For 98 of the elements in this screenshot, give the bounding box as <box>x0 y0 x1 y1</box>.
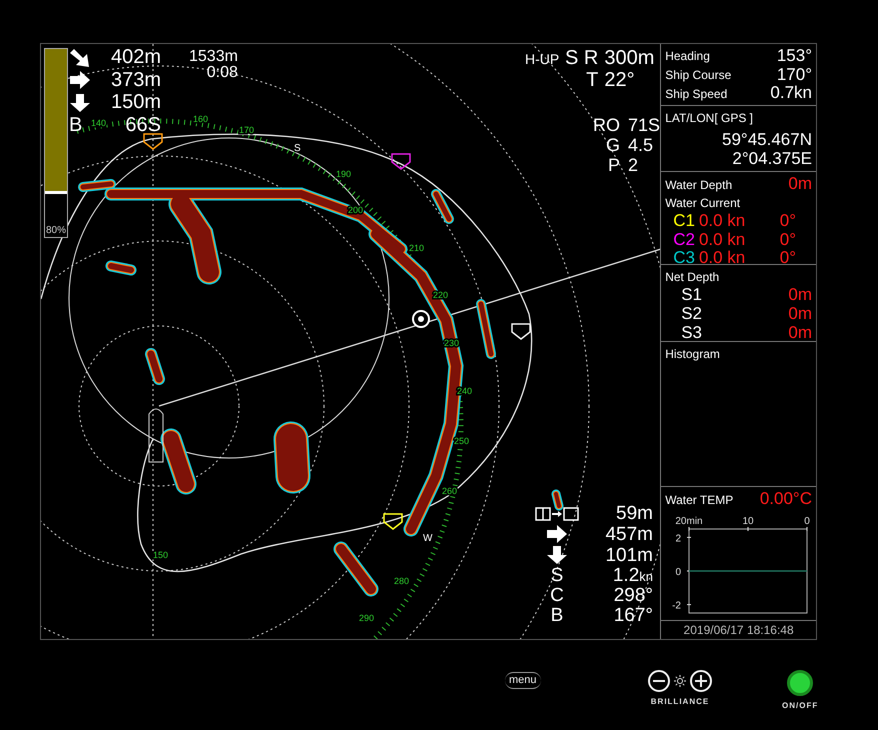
setting-label: S R <box>565 48 598 68</box>
nav-value: 170° <box>776 66 812 84</box>
sensor-value: 0m <box>788 305 812 324</box>
control-label: P <box>606 156 620 174</box>
readout-value: 373m <box>110 70 161 90</box>
down-arrow-icon <box>69 93 91 114</box>
longitude: 2°04.375E <box>732 150 812 168</box>
down-right-arrow-icon <box>69 48 91 68</box>
compass-label: W <box>423 533 432 544</box>
bearing-label: 250 <box>454 436 470 446</box>
gain-label: 80% <box>46 226 66 236</box>
nav-value: 0.7kn <box>770 84 812 104</box>
target-value: 59m <box>616 504 653 523</box>
y-tick-label: 0 <box>676 567 682 578</box>
target-value: 101m <box>605 546 653 564</box>
sensor-name: S2 <box>681 305 702 324</box>
control-label: RO <box>593 116 620 134</box>
nav-value: 153° <box>776 47 812 66</box>
current-name: C1 <box>673 212 695 231</box>
sensor-name: S3 <box>681 324 702 342</box>
water-temp-label: Water TEMP <box>665 492 734 509</box>
current-name: C2 <box>673 230 695 250</box>
histogram-label: Histogram <box>665 346 721 364</box>
current-direction: 0° <box>780 230 796 250</box>
x-tick-label: 20min <box>676 516 703 527</box>
target-circle-icon <box>412 310 430 328</box>
timestamp: 2019/06/17 18:16:48 <box>682 622 795 639</box>
position-label: LAT/LON[ GPS ] <box>665 110 754 127</box>
target-value: 1.2kn <box>612 566 653 585</box>
depth-label: Water Depth <box>665 176 732 194</box>
bearing-label: 210 <box>409 243 424 253</box>
nav-label: Ship Course <box>665 67 732 84</box>
orientation-mode: H-UP <box>525 52 560 66</box>
brilliance-label: BRILLIANCE <box>650 696 710 708</box>
latitude: 59°45.467N <box>722 131 812 150</box>
current-direction: 0° <box>780 212 796 231</box>
target-label: C <box>550 586 564 605</box>
control-value: 2 <box>628 156 640 174</box>
x-tick-label: 0 <box>804 516 810 527</box>
plus-icon <box>695 675 707 687</box>
elapsed-time: 0:08 <box>206 65 238 81</box>
depth-value: 0m <box>788 175 812 194</box>
track-change-icon <box>535 506 579 522</box>
brightness-up-button[interactable] <box>690 670 712 692</box>
brightness-icon <box>674 675 686 687</box>
bearing-label: 150 <box>153 550 168 560</box>
bearing-label: 290 <box>359 613 374 623</box>
bearing-label: 140 <box>91 118 106 128</box>
current-direction: 0° <box>780 249 796 268</box>
y-tick-label: 2 <box>676 533 682 544</box>
target-label: S <box>550 566 564 585</box>
sound-speed: 1533m <box>189 49 238 65</box>
control-label: G <box>604 136 620 154</box>
control-value: 71S <box>628 116 660 134</box>
y-tick-label: -2 <box>672 600 682 612</box>
setting-value: 22° <box>604 70 636 90</box>
minus-icon <box>653 679 665 683</box>
setting-value: 300m <box>604 48 654 68</box>
readout-label: B <box>69 114 82 136</box>
sensor-value: 0m <box>788 324 812 342</box>
target-value: 298° <box>614 586 653 605</box>
buoy-marker-icon <box>383 513 403 530</box>
bearing-label: 170 <box>239 125 254 135</box>
current-speed: 0.0 kn <box>698 249 746 268</box>
nav-label: Heading <box>665 48 710 66</box>
readout-value: 66S <box>125 115 161 136</box>
menu-button[interactable]: menu <box>505 672 541 689</box>
target-label: B <box>550 606 564 625</box>
current-label: Water Current <box>665 195 742 212</box>
control-value: 4.5 <box>628 136 654 154</box>
sensor-value: 0m <box>788 286 812 306</box>
current-speed: 0.0 kn <box>698 230 746 250</box>
readout-value: 150m <box>110 92 161 114</box>
power-label: ON/OFF <box>782 700 818 712</box>
buoy-marker-icon <box>391 153 411 170</box>
sensor-name: S1 <box>681 286 702 306</box>
target-value: 457m <box>605 524 653 544</box>
ship-outline <box>148 408 164 462</box>
setting-label: T <box>585 70 598 90</box>
current-speed: 0.0 kn <box>698 212 746 231</box>
right-arrow-icon <box>546 524 568 544</box>
buoy-marker-icon <box>511 323 531 340</box>
down-arrow-icon <box>546 545 568 565</box>
net-depth-label: Net Depth <box>665 269 720 286</box>
bearing-label: 160 <box>193 114 208 124</box>
nav-label: Ship Speed <box>665 86 728 103</box>
current-name: C3 <box>673 249 695 268</box>
brightness-down-button[interactable] <box>648 670 670 692</box>
power-button[interactable] <box>787 670 814 696</box>
readout-value: 402m <box>110 47 161 68</box>
right-arrow-icon <box>69 70 91 90</box>
bearing-label: 190 <box>336 169 352 179</box>
water-temp-value: 0.00°C <box>760 490 812 509</box>
target-value: 167° <box>614 606 653 625</box>
x-tick-label: 10 <box>742 516 754 527</box>
buoy-marker-icon <box>143 133 163 150</box>
bearing-label: 280 <box>394 576 410 586</box>
compass-label: S <box>294 143 301 154</box>
